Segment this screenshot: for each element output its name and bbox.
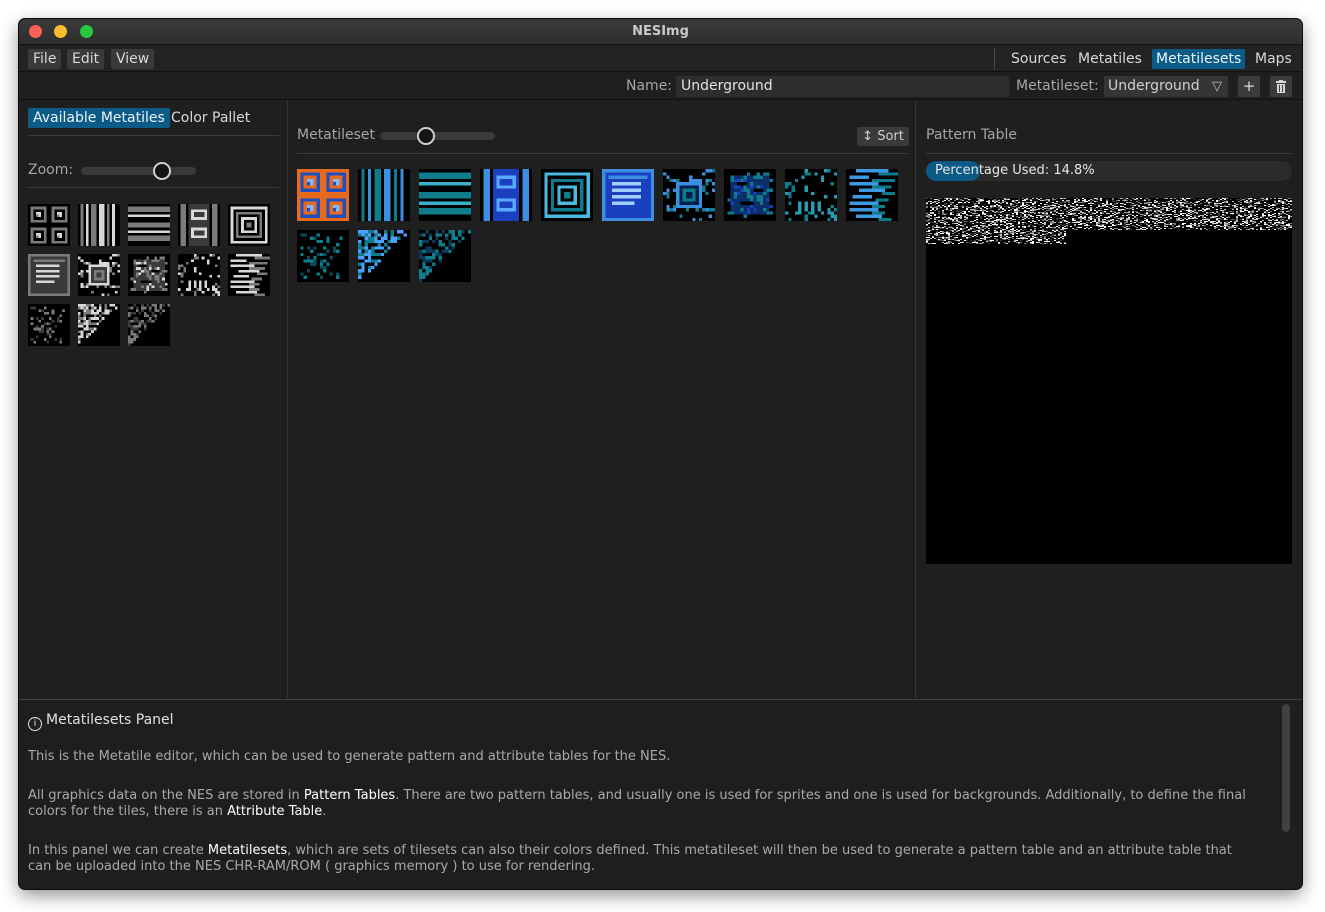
divider [28,187,279,188]
zoom-slider[interactable] [81,167,196,175]
title-bar: NESImg [19,19,1302,45]
metatileset-tile-vent[interactable] [602,169,654,221]
zoom-slider-knob[interactable] [152,162,171,180]
metatileset-tile-horizontal-stripes[interactable] [419,169,471,221]
divider [28,135,279,136]
available-metatile-pillar[interactable] [178,204,220,246]
pattern-table-title: Pattern Table [926,127,1018,143]
help-paragraph-1: This is the Metatile editor, which can b… [28,749,671,764]
help-panel: i Metatilesets Panel This is the Metatile… [19,699,1302,889]
name-label: Name: [626,78,673,94]
available-metatile-skull-face[interactable] [178,254,220,296]
available-metatile-horizontal-stripes[interactable] [128,204,170,246]
help-paragraph-2: All graphics data on the NES are stored … [28,788,1258,820]
available-metatile-vertical-stripes[interactable] [78,204,120,246]
metatileset-select[interactable]: Underground ▽ [1104,76,1228,97]
help-title-text: Metatilesets Panel [46,712,174,728]
metatileset-tile-skull-face[interactable] [785,169,837,221]
metatileset-tile-speckle[interactable] [297,230,349,282]
metatileset-tile-cave-slope-right[interactable] [419,230,471,282]
nav-tab-metatilesets[interactable]: Metatilesets [1152,49,1246,69]
available-metatile-spiral[interactable] [228,204,270,246]
available-metatile-boulder[interactable] [128,254,170,296]
window-title: NESImg [632,24,689,39]
help-text: In this panel we can create [28,843,208,858]
delete-metatileset-button[interactable] [1270,76,1292,97]
attribute-table-term: Attribute Table [227,804,323,819]
divider [926,153,1292,154]
help-text: All graphics data on the NES are stored … [28,788,304,803]
help-paragraph-3: In this panel we can create Metatilesets… [28,843,1258,875]
help-text: . [322,804,327,819]
metatileset-zoom-slider-knob[interactable] [417,127,435,145]
file-menu[interactable]: File [28,49,62,69]
info-icon: i [28,717,42,731]
nav-tab-sources[interactable]: Sources [1007,49,1070,69]
trash-icon [1276,80,1286,93]
pattern-tables-term: Pattern Tables [303,788,396,803]
pattern-table-image [926,198,1292,244]
sort-label: Sort [877,129,904,144]
plus-icon: + [1242,77,1256,95]
metatileset-tile-cave-slope-left[interactable] [358,230,410,282]
sort-button[interactable]: ↕ Sort [857,127,909,146]
available-metatile-vent[interactable] [28,254,70,296]
metatileset-tile-block-square[interactable] [663,169,715,221]
percentage-used-bar: Percentage Used: 14.8% [926,161,1292,181]
metatileset-tile-vertical-stripes[interactable] [358,169,410,221]
metatileset-label: Metatileset: [1016,78,1099,94]
view-menu[interactable]: View [111,49,155,69]
available-metatile-block-square[interactable] [78,254,120,296]
zoom-label: Zoom: [28,162,74,178]
metatilesets-term: Metatilesets [207,843,288,858]
available-metatile-rock-streaks[interactable] [228,254,270,296]
available-metatile-cave-slope-left[interactable] [78,304,120,346]
menu-bar: File Edit View Sources Metatiles Metatil… [19,46,1302,72]
pattern-table-canvas [926,198,1292,564]
metatileset-tile-spiral[interactable] [541,169,593,221]
triangle-down-icon: ▽ [1212,79,1222,94]
available-metatile-quad-squares[interactable] [28,204,70,246]
help-title: i Metatilesets Panel [28,712,174,731]
sort-updown-icon: ↕ [862,129,874,144]
pattern-table-panel: Pattern Table Percentage Used: 14.8% [917,101,1302,698]
available-metatiles-panel: Available Metatiles Color Pallet Zoom: [19,101,288,698]
tab-color-pallet[interactable]: Color Pallet [171,108,250,128]
tab-available-metatiles[interactable]: Available Metatiles [28,108,170,128]
available-metatile-cave-slope-right[interactable] [128,304,170,346]
metatileset-title: Metatileset [297,127,376,143]
metatileset-panel: Metatileset ↕ Sort [289,101,916,698]
name-input[interactable]: Underground [676,76,1009,97]
app-window: NESImg File Edit View Sources Metatiles … [19,19,1302,889]
metatileset-tile-quad-squares[interactable] [297,169,349,221]
percentage-used-text: Percentage Used: 14.8% [935,163,1095,178]
edit-menu[interactable]: Edit [67,49,105,69]
available-metatile-speckle[interactable] [28,304,70,346]
nav-tab-maps[interactable]: Maps [1251,49,1296,69]
nav-separator [994,48,995,70]
add-metatileset-button[interactable]: + [1238,76,1260,97]
metatileset-zoom-slider[interactable] [380,132,495,140]
help-scrollbar[interactable] [1282,704,1290,832]
metatileset-tile-rock-streaks[interactable] [846,169,898,221]
name-bar: Name: Underground Metatileset: Undergrou… [19,73,1302,100]
metatileset-select-value: Underground [1108,78,1200,94]
metatileset-tile-boulder[interactable] [724,169,776,221]
metatileset-tile-pillar[interactable] [480,169,532,221]
nav-tab-metatiles[interactable]: Metatiles [1074,49,1146,69]
divider [297,153,908,154]
